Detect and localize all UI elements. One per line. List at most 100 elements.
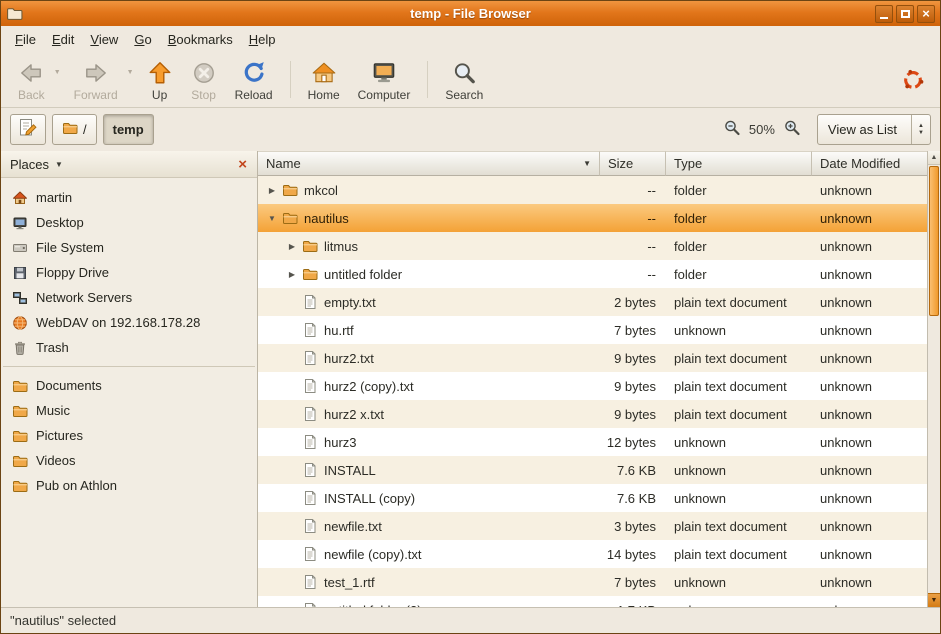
folder-icon bbox=[11, 428, 29, 444]
file-row-install-copy[interactable]: INSTALL (copy)7.6 KBunknownunknown bbox=[258, 484, 927, 512]
search-button[interactable]: Search bbox=[436, 55, 492, 104]
file-name-cell: INSTALL (copy) bbox=[258, 484, 600, 512]
computer-button[interactable]: Computer bbox=[349, 55, 420, 104]
sidebar-item-documents[interactable]: Documents bbox=[1, 373, 257, 398]
sidebar-item-pub-on-athlon[interactable]: Pub on Athlon bbox=[1, 473, 257, 498]
titlebar[interactable]: temp - File Browser × bbox=[1, 1, 940, 26]
file-row-hurz2-x-txt[interactable]: hurz2 x.txt9 bytesplain text documentunk… bbox=[258, 400, 927, 428]
file-type-cell: unknown bbox=[666, 463, 812, 478]
file-type-cell: plain text document bbox=[666, 407, 812, 422]
path-button-root[interactable]: / bbox=[52, 114, 97, 145]
sidebar-items: martin Desktop File System Floppy Drive Netw… bbox=[1, 178, 257, 498]
sidebar-item-floppy-drive[interactable]: Floppy Drive bbox=[1, 260, 257, 285]
toggle-location-entry-button[interactable] bbox=[10, 114, 46, 145]
path-button-current[interactable]: temp bbox=[103, 114, 154, 145]
scroll-up-button[interactable]: ▲ bbox=[928, 151, 940, 165]
file-name: hurz3 bbox=[324, 435, 357, 450]
file-modified-cell: unknown bbox=[812, 407, 927, 422]
computer-icon bbox=[371, 59, 397, 87]
sidebar-close-button[interactable]: × bbox=[234, 156, 251, 173]
zoom-out-button[interactable] bbox=[723, 119, 741, 140]
file-row-hurz2-copy-txt[interactable]: hurz2 (copy).txt9 bytesplain text docume… bbox=[258, 372, 927, 400]
window-icon bbox=[6, 5, 23, 22]
sidebar-item-file-system[interactable]: File System bbox=[1, 235, 257, 260]
zoom-in-button[interactable] bbox=[783, 119, 801, 140]
file-size-cell: 9 bytes bbox=[600, 407, 666, 422]
menu-bookmarks[interactable]: Bookmarks bbox=[160, 28, 241, 51]
file-row-untitled-folder[interactable]: ▶untitled folder--folderunknown bbox=[258, 260, 927, 288]
sidebar-item-label: Floppy Drive bbox=[36, 265, 109, 280]
search-icon bbox=[451, 59, 477, 87]
scrollbar-thumb[interactable] bbox=[929, 166, 939, 316]
expander-closed-icon[interactable]: ▶ bbox=[264, 186, 280, 195]
main-area: Places ▼ × martin Desktop File System Flopp… bbox=[1, 151, 940, 607]
file-modified-cell: unknown bbox=[812, 183, 927, 198]
menu-go[interactable]: Go bbox=[126, 28, 159, 51]
file-size-cell: 9 bytes bbox=[600, 379, 666, 394]
file-row-mkcol[interactable]: ▶mkcol--folderunknown bbox=[258, 176, 927, 204]
file-row-newfile-txt[interactable]: newfile.txt3 bytesplain text documentunk… bbox=[258, 512, 927, 540]
sidebar-item-martin[interactable]: martin bbox=[1, 185, 257, 210]
column-header-date-modified[interactable]: Date Modified bbox=[812, 151, 927, 176]
path-root-label: / bbox=[83, 122, 87, 137]
column-header-size[interactable]: Size bbox=[600, 151, 666, 176]
minimize-button[interactable] bbox=[875, 5, 893, 23]
forward-button: Forward bbox=[65, 55, 127, 104]
toolbar: Back▼Forward▼UpStopReloadHomeComputerSea… bbox=[1, 52, 940, 108]
file-name: test_1.rtf bbox=[324, 575, 375, 590]
file-name: hurz2.txt bbox=[324, 351, 374, 366]
file-size-cell: 7 bytes bbox=[600, 323, 666, 338]
sidebar-item-pictures[interactable]: Pictures bbox=[1, 423, 257, 448]
file-row-hurz3[interactable]: hurz312 bytesunknownunknown bbox=[258, 428, 927, 456]
places-selector[interactable]: Places ▼ bbox=[10, 157, 63, 172]
file-icon bbox=[300, 378, 320, 394]
scroll-down-button[interactable]: ▼ bbox=[928, 593, 940, 607]
file-name-cell: hurz2.txt bbox=[258, 344, 600, 372]
sidebar-item-network-servers[interactable]: Network Servers bbox=[1, 285, 257, 310]
file-row-nautilus[interactable]: ▼nautilus--folderunknown bbox=[258, 204, 927, 232]
close-button[interactable]: × bbox=[917, 5, 935, 23]
maximize-button[interactable] bbox=[896, 5, 914, 23]
menu-file[interactable]: File bbox=[7, 28, 44, 51]
sidebar-item-webdav-on-192-168-178-28[interactable]: WebDAV on 192.168.178.28 bbox=[1, 310, 257, 335]
sidebar-item-music[interactable]: Music bbox=[1, 398, 257, 423]
window-title: temp - File Browser bbox=[71, 6, 870, 21]
expander-open-icon[interactable]: ▼ bbox=[264, 214, 280, 223]
file-modified-cell: unknown bbox=[812, 239, 927, 254]
column-header-name[interactable]: Name▼ bbox=[258, 151, 600, 176]
file-row-install[interactable]: INSTALL7.6 KBunknownunknown bbox=[258, 456, 927, 484]
sidebar-item-videos[interactable]: Videos bbox=[1, 448, 257, 473]
file-row-empty-txt[interactable]: empty.txt2 bytesplain text documentunkno… bbox=[258, 288, 927, 316]
file-row-untitled-folder-2[interactable]: untitled folder (2)1.7 KBunknownunknown bbox=[258, 596, 927, 607]
menu-view[interactable]: View bbox=[82, 28, 126, 51]
file-modified-cell: unknown bbox=[812, 323, 927, 338]
folder-icon bbox=[300, 266, 320, 282]
up-button[interactable]: Up bbox=[138, 55, 182, 104]
trash-icon bbox=[11, 340, 29, 356]
file-row-newfile-copy-txt[interactable]: newfile (copy).txt14 bytesplain text doc… bbox=[258, 540, 927, 568]
file-row-test-1-rtf[interactable]: test_1.rtf7 bytesunknownunknown bbox=[258, 568, 927, 596]
sidebar-item-trash[interactable]: Trash bbox=[1, 335, 257, 360]
sidebar-item-label: Desktop bbox=[36, 215, 84, 230]
home-button[interactable]: Home bbox=[299, 55, 349, 104]
vertical-scrollbar[interactable]: ▲ ▼ bbox=[927, 151, 940, 607]
stop-button: Stop bbox=[182, 55, 226, 104]
file-name-cell: INSTALL bbox=[258, 456, 600, 484]
expander-closed-icon[interactable]: ▶ bbox=[284, 242, 300, 251]
file-icon bbox=[300, 322, 320, 338]
column-header-type[interactable]: Type bbox=[666, 151, 812, 176]
sidebar-item-label: Videos bbox=[36, 453, 76, 468]
menu-edit[interactable]: Edit bbox=[44, 28, 82, 51]
menu-help[interactable]: Help bbox=[241, 28, 284, 51]
column-header-label: Date Modified bbox=[820, 156, 900, 171]
file-row-litmus[interactable]: ▶litmus--folderunknown bbox=[258, 232, 927, 260]
view-mode-select[interactable]: View as List ▲▼ bbox=[817, 114, 931, 145]
sidebar-item-label: Network Servers bbox=[36, 290, 132, 305]
sidebar-item-desktop[interactable]: Desktop bbox=[1, 210, 257, 235]
expander-closed-icon[interactable]: ▶ bbox=[284, 270, 300, 279]
scrollbar-track[interactable] bbox=[928, 317, 940, 593]
reload-button[interactable]: Reload bbox=[226, 55, 282, 104]
file-row-hu-rtf[interactable]: hu.rtf7 bytesunknownunknown bbox=[258, 316, 927, 344]
file-row-hurz2-txt[interactable]: hurz2.txt9 bytesplain text documentunkno… bbox=[258, 344, 927, 372]
folder-icon bbox=[11, 453, 29, 469]
